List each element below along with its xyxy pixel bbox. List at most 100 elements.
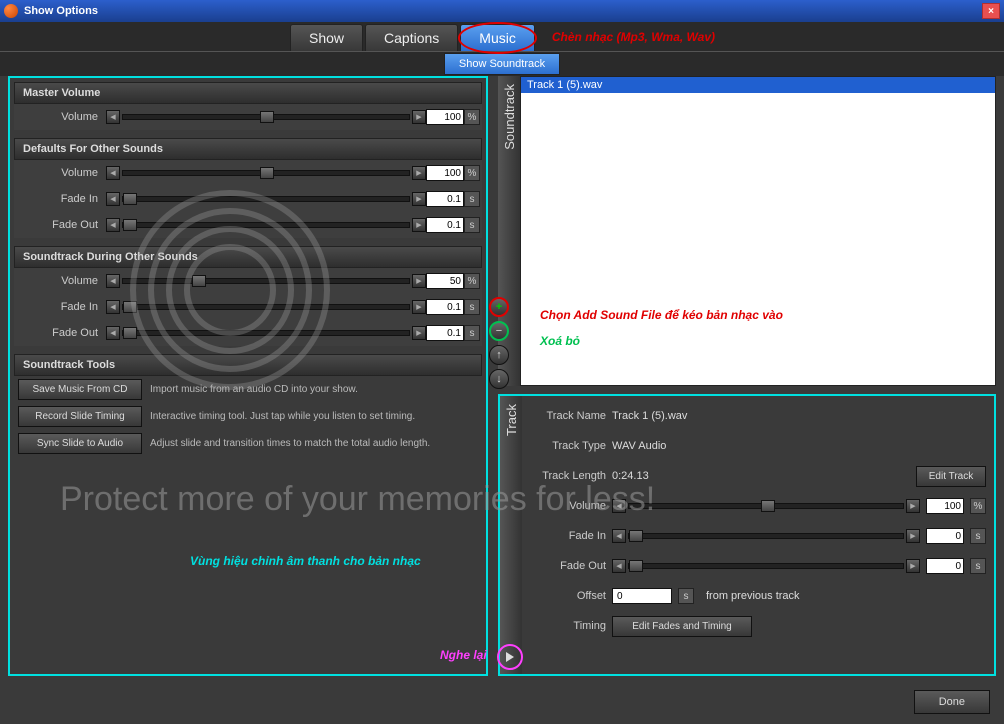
dur-fi-inc[interactable]: ▶	[412, 300, 426, 314]
slider-thumb[interactable]	[123, 327, 137, 339]
dur-fo-inc[interactable]: ▶	[412, 326, 426, 340]
close-button[interactable]: ×	[982, 3, 1000, 19]
tp-offset-label: Offset	[530, 590, 606, 602]
sec-unit: s	[464, 191, 480, 207]
during-header: Soundtrack During Other Sounds	[14, 246, 482, 268]
pct-unit: %	[970, 498, 986, 514]
track-name-value: Track 1 (5).wav	[612, 410, 687, 422]
tp-vol-inc[interactable]: ▶	[906, 499, 920, 513]
track-length-value: 0:24.13	[612, 470, 649, 482]
slider-thumb[interactable]	[260, 111, 274, 123]
tab-music[interactable]: Music	[460, 24, 535, 51]
def-fo-inc[interactable]: ▶	[412, 218, 426, 232]
done-button[interactable]: Done	[914, 690, 990, 714]
master-vol-slider[interactable]	[122, 114, 410, 120]
tp-fo-inc[interactable]: ▶	[906, 559, 920, 573]
dur-fo-dec[interactable]: ◀	[106, 326, 120, 340]
tp-fi-dec[interactable]: ◀	[612, 529, 626, 543]
pct-unit: %	[464, 109, 480, 125]
tp-offset-desc: from previous track	[706, 590, 800, 602]
tp-vol-dec[interactable]: ◀	[612, 499, 626, 513]
move-down-button[interactable]: ↓	[489, 369, 509, 389]
master-vol-dec[interactable]: ◀	[106, 110, 120, 124]
app-icon	[4, 4, 18, 18]
track-bar: Track	[500, 396, 522, 674]
tp-fo-label: Fade Out	[530, 560, 606, 572]
sec-unit: s	[678, 588, 694, 604]
defaults-vol-label: Volume	[16, 167, 106, 179]
def-fi-dec[interactable]: ◀	[106, 192, 120, 206]
slider-thumb[interactable]	[629, 530, 643, 542]
def-fi-input[interactable]	[426, 191, 464, 207]
tp-fo-dec[interactable]: ◀	[612, 559, 626, 573]
tp-fi-slider[interactable]	[628, 533, 904, 539]
sync-audio-button[interactable]: Sync Slide to Audio	[18, 433, 142, 454]
track-listbox[interactable]: Track 1 (5).wav + − ↑ ↓	[520, 76, 996, 386]
slider-thumb[interactable]	[192, 275, 206, 287]
subtab-show-soundtrack[interactable]: Show Soundtrack	[444, 53, 560, 75]
slider-thumb[interactable]	[629, 560, 643, 572]
def-fi-slider[interactable]	[122, 196, 410, 202]
dur-vol-input[interactable]	[426, 273, 464, 289]
tp-fo-input[interactable]	[926, 558, 964, 574]
tp-fi-input[interactable]	[926, 528, 964, 544]
dur-vol-dec[interactable]: ◀	[106, 274, 120, 288]
master-vol-input[interactable]	[426, 109, 464, 125]
def-fo-input[interactable]	[426, 217, 464, 233]
titlebar: Show Options ×	[0, 0, 1004, 22]
dur-fi-input[interactable]	[426, 299, 464, 315]
tab-show[interactable]: Show	[290, 24, 363, 51]
pct-unit: %	[464, 273, 480, 289]
edit-track-button[interactable]: Edit Track	[916, 466, 986, 487]
dur-fo-input[interactable]	[426, 325, 464, 341]
slider-thumb[interactable]	[260, 167, 274, 179]
master-vol-inc[interactable]: ▶	[412, 110, 426, 124]
dur-vol-inc[interactable]: ▶	[412, 274, 426, 288]
tp-fo-slider[interactable]	[628, 563, 904, 569]
play-icon	[506, 652, 514, 662]
track-name-label: Track Name	[530, 410, 606, 422]
def-vol-inc[interactable]: ▶	[412, 166, 426, 180]
add-track-button[interactable]: +	[489, 297, 509, 317]
tp-fi-inc[interactable]: ▶	[906, 529, 920, 543]
play-button[interactable]	[497, 644, 523, 670]
master-header: Master Volume	[14, 82, 482, 104]
soundtrack-label: Soundtrack	[502, 84, 517, 150]
def-fadeout-label: Fade Out	[16, 219, 106, 231]
dur-fo-slider[interactable]	[122, 330, 410, 336]
move-up-button[interactable]: ↑	[489, 345, 509, 365]
sec-unit: s	[970, 528, 986, 544]
track-item[interactable]: Track 1 (5).wav	[521, 77, 995, 93]
def-fo-slider[interactable]	[122, 222, 410, 228]
track-type-label: Track Type	[530, 440, 606, 452]
edit-fades-button[interactable]: Edit Fades and Timing	[612, 616, 752, 637]
def-fo-dec[interactable]: ◀	[106, 218, 120, 232]
def-fi-inc[interactable]: ▶	[412, 192, 426, 206]
save-cd-button[interactable]: Save Music From CD	[18, 379, 142, 400]
record-timing-button[interactable]: Record Slide Timing	[18, 406, 142, 427]
tp-fi-label: Fade In	[530, 530, 606, 542]
slider-thumb[interactable]	[761, 500, 775, 512]
tab-captions[interactable]: Captions	[365, 24, 458, 51]
def-vol-input[interactable]	[426, 165, 464, 181]
tp-vol-slider[interactable]	[628, 503, 904, 509]
tp-vol-input[interactable]	[926, 498, 964, 514]
window-title: Show Options	[24, 5, 98, 17]
slider-thumb[interactable]	[123, 219, 137, 231]
def-vol-slider[interactable]	[122, 170, 410, 176]
dur-fi-slider[interactable]	[122, 304, 410, 310]
slider-thumb[interactable]	[123, 193, 137, 205]
track-label: Track	[504, 404, 519, 436]
main-tabs: Show Captions Music Chèn nhạc (Mp3, Wma,…	[0, 22, 1004, 52]
dur-vol-slider[interactable]	[122, 278, 410, 284]
def-vol-dec[interactable]: ◀	[106, 166, 120, 180]
sync-audio-desc: Adjust slide and transition times to mat…	[150, 438, 430, 449]
record-timing-desc: Interactive timing tool. Just tap while …	[150, 411, 415, 422]
save-cd-desc: Import music from an audio CD into your …	[150, 384, 358, 395]
dur-fi-dec[interactable]: ◀	[106, 300, 120, 314]
slider-thumb[interactable]	[123, 301, 137, 313]
tp-offset-input[interactable]	[612, 588, 672, 604]
annotation-top: Chèn nhạc (Mp3, Wma, Wav)	[552, 30, 715, 44]
dur-fi-label: Fade In	[16, 301, 106, 313]
remove-track-button[interactable]: −	[489, 321, 509, 341]
